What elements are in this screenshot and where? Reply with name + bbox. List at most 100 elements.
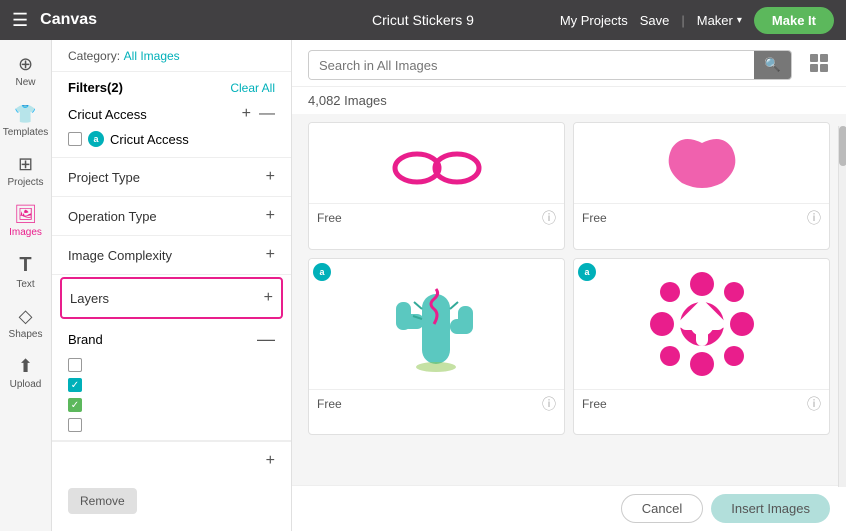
image-footer-3: Free ⓘ <box>309 389 564 418</box>
brand-section: + <box>52 441 291 480</box>
sidebar-icons: ⊕ New 👕 Templates ⊞ Projects 🖼 Images T … <box>0 40 52 531</box>
sidebar-label-projects: Projects <box>7 177 43 188</box>
operation-type-plus-icon[interactable]: + <box>266 207 275 225</box>
image-info-1[interactable]: ⓘ <box>542 208 556 228</box>
image-card-2: Free ⓘ <box>573 122 830 250</box>
category-value: All Images <box>124 49 180 63</box>
image-complexity-title: Image Complexity <box>68 248 172 263</box>
ownership-options: ✓ ✓ <box>68 358 275 432</box>
new-icon: ⊕ <box>18 54 33 75</box>
images-icon: 🖼 <box>14 204 37 225</box>
free-checkbox[interactable]: ✓ <box>68 398 82 412</box>
image-complexity-plus-icon[interactable]: + <box>266 246 275 264</box>
operation-type-header[interactable]: Operation Type + <box>68 207 275 225</box>
sidebar-item-shapes[interactable]: ◇ Shapes <box>3 300 49 346</box>
brand-plus-icon[interactable]: + <box>266 452 275 470</box>
image-preview-1 <box>309 123 564 203</box>
cricut-access-section: Cricut Access + — a Cricut Access <box>52 99 291 158</box>
insert-images-button[interactable]: Insert Images <box>711 494 830 523</box>
projects-icon: ⊞ <box>18 154 33 175</box>
cancel-button[interactable]: Cancel <box>621 494 703 523</box>
ownership-minus-icon[interactable]: — <box>257 329 275 350</box>
ownership-uploaded <box>68 358 275 372</box>
downloaded-checkbox[interactable] <box>68 418 82 432</box>
image-complexity-header[interactable]: Image Complexity + <box>68 246 275 264</box>
purchased-checkbox[interactable]: ✓ <box>68 378 82 392</box>
image-card-3: a <box>308 258 565 436</box>
cricut-access-checkbox[interactable] <box>68 132 82 146</box>
hamburger-icon[interactable]: ☰ <box>12 10 28 31</box>
project-type-header[interactable]: Project Type + <box>68 168 275 186</box>
project-type-plus-icon[interactable]: + <box>266 168 275 186</box>
filters-header: Category: All Images <box>52 40 291 72</box>
templates-icon: 👕 <box>14 104 36 125</box>
image-footer-1: Free ⓘ <box>309 203 564 232</box>
filters-title-row: Filters(2) Clear All <box>52 72 291 99</box>
image-info-3[interactable]: ⓘ <box>542 394 556 414</box>
ownership-header: Brand — <box>68 329 275 350</box>
project-type-section: Project Type + <box>52 158 291 197</box>
content-area: 🔍 4,082 Images <box>292 40 846 531</box>
sidebar-label-upload: Upload <box>10 379 42 390</box>
maker-label: Maker <box>697 13 733 28</box>
shapes-icon: ◇ <box>19 306 33 327</box>
sidebar-item-templates[interactable]: 👕 Templates <box>3 98 49 144</box>
doc-title: Cricut Stickers 9 <box>372 12 474 28</box>
search-input[interactable] <box>309 52 754 79</box>
image-badge-4: a <box>578 263 596 281</box>
topbar: ☰ Canvas Cricut Stickers 9 My Projects S… <box>0 0 846 40</box>
ownership-downloaded <box>68 418 275 432</box>
sidebar-item-upload[interactable]: ⬆ Upload <box>3 350 49 396</box>
sidebar-item-text[interactable]: T Text <box>3 248 49 296</box>
scroll-track <box>838 126 846 487</box>
save-button[interactable]: Save <box>640 13 670 28</box>
project-type-title: Project Type <box>68 170 140 185</box>
images-count: 4,082 Images <box>292 87 846 114</box>
image-footer-4: Free ⓘ <box>574 389 829 418</box>
layers-title: Layers <box>70 291 109 306</box>
image-preview-4: a <box>574 259 829 389</box>
image-info-2[interactable]: ⓘ <box>807 208 821 228</box>
sidebar-label-templates: Templates <box>3 127 49 138</box>
image-price-1: Free <box>317 211 342 225</box>
sidebar-label-text: Text <box>16 279 34 290</box>
image-footer-2: Free ⓘ <box>574 203 829 232</box>
sidebar-item-new[interactable]: ⊕ New <box>3 48 49 94</box>
content-header: 🔍 <box>292 40 846 87</box>
cricut-access-plus-icon[interactable]: + <box>242 105 251 123</box>
filters-count: Filters(2) <box>68 80 123 95</box>
view-toggle-button[interactable] <box>808 52 830 79</box>
sidebar-item-projects[interactable]: ⊞ Projects <box>3 148 49 194</box>
scroll-thumb[interactable] <box>839 126 846 166</box>
layers-section: Layers + <box>60 277 283 319</box>
search-button[interactable]: 🔍 <box>754 51 791 79</box>
sidebar-label-images: Images <box>9 227 42 238</box>
image-info-4[interactable]: ⓘ <box>807 394 821 414</box>
operation-type-title: Operation Type <box>68 209 157 224</box>
main-layout: ⊕ New 👕 Templates ⊞ Projects 🖼 Images T … <box>0 40 846 531</box>
image-preview-2 <box>574 123 829 203</box>
ownership-title: Brand <box>68 332 103 347</box>
sidebar-label-shapes: Shapes <box>9 329 43 340</box>
upload-icon: ⬆ <box>18 356 33 377</box>
make-it-button[interactable]: Make It <box>754 7 834 34</box>
search-box: 🔍 <box>308 50 792 80</box>
image-price-4: Free <box>582 397 607 411</box>
my-projects-link[interactable]: My Projects <box>560 13 628 28</box>
image-complexity-section: Image Complexity + <box>52 236 291 275</box>
image-price-2: Free <box>582 211 607 225</box>
operation-type-section: Operation Type + <box>52 197 291 236</box>
uploaded-checkbox[interactable] <box>68 358 82 372</box>
remove-filter-button[interactable]: Remove <box>68 488 137 514</box>
sidebar-item-images[interactable]: 🖼 Images <box>3 198 49 244</box>
layers-plus-icon[interactable]: + <box>264 289 273 307</box>
maker-selector[interactable]: Maker ▾ <box>697 13 742 28</box>
filter-action-area: Remove <box>52 480 291 531</box>
cricut-access-minus-icon[interactable]: — <box>259 105 275 123</box>
image-card-4: a <box>573 258 830 436</box>
cricut-access-badge: a <box>88 131 104 147</box>
layers-header[interactable]: Layers + <box>70 289 273 307</box>
image-preview-3: a <box>309 259 564 389</box>
cricut-access-title: Cricut Access <box>68 107 147 122</box>
filters-clear-button[interactable]: Clear All <box>230 81 275 95</box>
